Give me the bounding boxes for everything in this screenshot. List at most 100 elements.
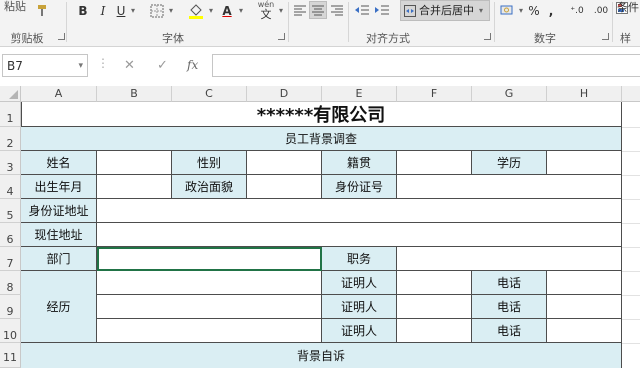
row-header-2[interactable]: 2 <box>0 127 21 151</box>
phone-2-label-cell[interactable]: 电话 <box>472 295 547 319</box>
column-header-d[interactable]: D <box>247 86 322 102</box>
borders-icon[interactable] <box>150 4 164 18</box>
accounting-dropdown-icon[interactable]: ▾ <box>516 2 526 20</box>
experience-label-cell[interactable]: 经历 <box>21 271 97 343</box>
row-header-11[interactable]: 11 <box>0 343 21 368</box>
align-right-icon[interactable] <box>330 4 344 16</box>
font-color-dropdown-icon[interactable]: ▾ <box>236 2 246 20</box>
enter-icon[interactable]: ✓ <box>157 58 168 73</box>
insert-function-icon[interactable]: fx <box>187 58 198 72</box>
phonetic-dropdown-icon[interactable]: ▾ <box>276 2 286 20</box>
column-header-c[interactable]: C <box>172 86 247 102</box>
id-number-label-cell[interactable]: 身份证号 <box>322 175 397 199</box>
column-header-g[interactable]: G <box>472 86 547 102</box>
position-label-cell[interactable]: 职务 <box>322 247 397 271</box>
column-header-e[interactable]: E <box>322 86 397 102</box>
borders-dropdown-icon[interactable]: ▾ <box>166 2 176 20</box>
comma-button[interactable]: , <box>546 2 556 20</box>
experience-2-cell[interactable] <box>97 295 322 319</box>
experience-3-cell[interactable] <box>97 319 322 343</box>
row-header-10[interactable]: 10 <box>0 319 21 343</box>
row-header-4[interactable]: 4 <box>0 175 21 199</box>
phone-3-label-cell[interactable]: 电话 <box>472 319 547 343</box>
phone-3-value-cell[interactable] <box>547 319 622 343</box>
witness-3-value-cell[interactable] <box>397 319 472 343</box>
id-address-label-cell[interactable]: 身份证地址 <box>21 199 97 223</box>
gender-label-cell[interactable]: 性别 <box>172 151 247 175</box>
id-address-value-cell[interactable] <box>97 199 622 223</box>
accounting-format-icon[interactable] <box>500 3 516 17</box>
percent-button[interactable]: % <box>528 2 540 20</box>
italic-button[interactable]: I <box>96 2 110 20</box>
merge-center-button[interactable]: 合并后居中 ▾ <box>400 0 490 21</box>
name-label-cell[interactable]: 姓名 <box>21 151 97 175</box>
row-header-5[interactable]: 5 <box>0 199 21 223</box>
gender-value-cell[interactable] <box>247 151 322 175</box>
native-place-value-cell[interactable] <box>397 151 472 175</box>
phonetic-button[interactable]: wén 文 <box>254 0 278 22</box>
number-launcher-icon[interactable] <box>602 33 609 40</box>
birth-date-label-cell[interactable]: 出生年月 <box>21 175 97 199</box>
birth-date-value-cell[interactable] <box>97 175 172 199</box>
political-status-label-cell[interactable]: 政治面貌 <box>172 175 247 199</box>
fill-dropdown-icon[interactable]: ▾ <box>206 2 216 20</box>
row-header-3[interactable]: 3 <box>0 151 21 175</box>
column-header-b[interactable]: B <box>97 86 172 102</box>
name-value-cell[interactable] <box>97 151 172 175</box>
cancel-icon[interactable]: ✕ <box>124 58 135 73</box>
background-statement-cell[interactable]: 背景自诉 <box>21 343 622 368</box>
column-header-h[interactable]: H <box>547 86 622 102</box>
company-title-cell[interactable]: ******有限公司 <box>21 102 622 127</box>
font-launcher-icon[interactable] <box>278 33 285 40</box>
formula-options-icon[interactable]: ⋮ <box>97 56 109 70</box>
name-box[interactable]: B7 ▾ <box>2 54 88 77</box>
format-painter-icon[interactable] <box>36 4 50 18</box>
id-number-value-cell[interactable] <box>397 175 622 199</box>
political-status-value-cell[interactable] <box>247 175 322 199</box>
phone-1-label-cell[interactable]: 电话 <box>472 271 547 295</box>
witness-2-label-cell[interactable]: 证明人 <box>322 295 397 319</box>
align-left-icon[interactable] <box>293 4 307 16</box>
conditional-format-button[interactable]: 条件 <box>617 0 639 15</box>
row-header-7[interactable]: 7 <box>0 247 21 271</box>
merge-dropdown-icon[interactable]: ▾ <box>479 1 483 20</box>
subtitle-cell[interactable]: 员工背景调查 <box>21 127 622 151</box>
education-value-cell[interactable] <box>547 151 622 175</box>
native-place-label-cell[interactable]: 籍贯 <box>322 151 397 175</box>
select-all-corner[interactable] <box>0 86 21 102</box>
department-label-cell[interactable]: 部门 <box>21 247 97 271</box>
witness-1-value-cell[interactable] <box>397 271 472 295</box>
witness-3-label-cell[interactable]: 证明人 <box>322 319 397 343</box>
column-header-a[interactable]: A <box>21 86 97 102</box>
row-header-6[interactable]: 6 <box>0 223 21 247</box>
formula-input[interactable] <box>212 54 640 77</box>
column-header-i[interactable] <box>622 86 640 102</box>
position-value-cell[interactable] <box>397 247 622 271</box>
name-box-dropdown-icon[interactable]: ▾ <box>78 55 83 78</box>
increase-indent-icon[interactable] <box>374 4 390 16</box>
witness-1-label-cell[interactable]: 证明人 <box>322 271 397 295</box>
column-header-f[interactable]: F <box>397 86 472 102</box>
font-color-button[interactable]: A <box>220 2 234 20</box>
underline-dropdown-icon[interactable]: ▾ <box>128 2 138 20</box>
experience-1-cell[interactable] <box>97 271 322 295</box>
increase-decimal-button[interactable]: ⁺.0 <box>568 2 586 20</box>
phone-2-value-cell[interactable] <box>547 295 622 319</box>
education-label-cell[interactable]: 学历 <box>472 151 547 175</box>
current-address-label-cell[interactable]: 现住地址 <box>21 223 97 247</box>
row-header-9[interactable]: 9 <box>0 295 21 319</box>
bold-button[interactable]: B <box>76 2 90 20</box>
phone-1-value-cell[interactable] <box>547 271 622 295</box>
row-header-1[interactable]: 1 <box>0 102 21 127</box>
witness-2-value-cell[interactable] <box>397 295 472 319</box>
underline-button[interactable]: U <box>114 2 128 20</box>
paste-button[interactable]: 粘贴 <box>4 0 26 14</box>
department-value-cell-selected[interactable] <box>97 247 322 271</box>
align-center-icon[interactable] <box>309 1 327 19</box>
decrease-decimal-button[interactable]: .00 <box>592 2 610 20</box>
alignment-launcher-icon[interactable] <box>484 33 491 40</box>
row-header-8[interactable]: 8 <box>0 271 21 295</box>
current-address-value-cell[interactable] <box>97 223 622 247</box>
fill-color-icon[interactable] <box>188 2 204 20</box>
clipboard-launcher-icon[interactable] <box>58 33 65 40</box>
